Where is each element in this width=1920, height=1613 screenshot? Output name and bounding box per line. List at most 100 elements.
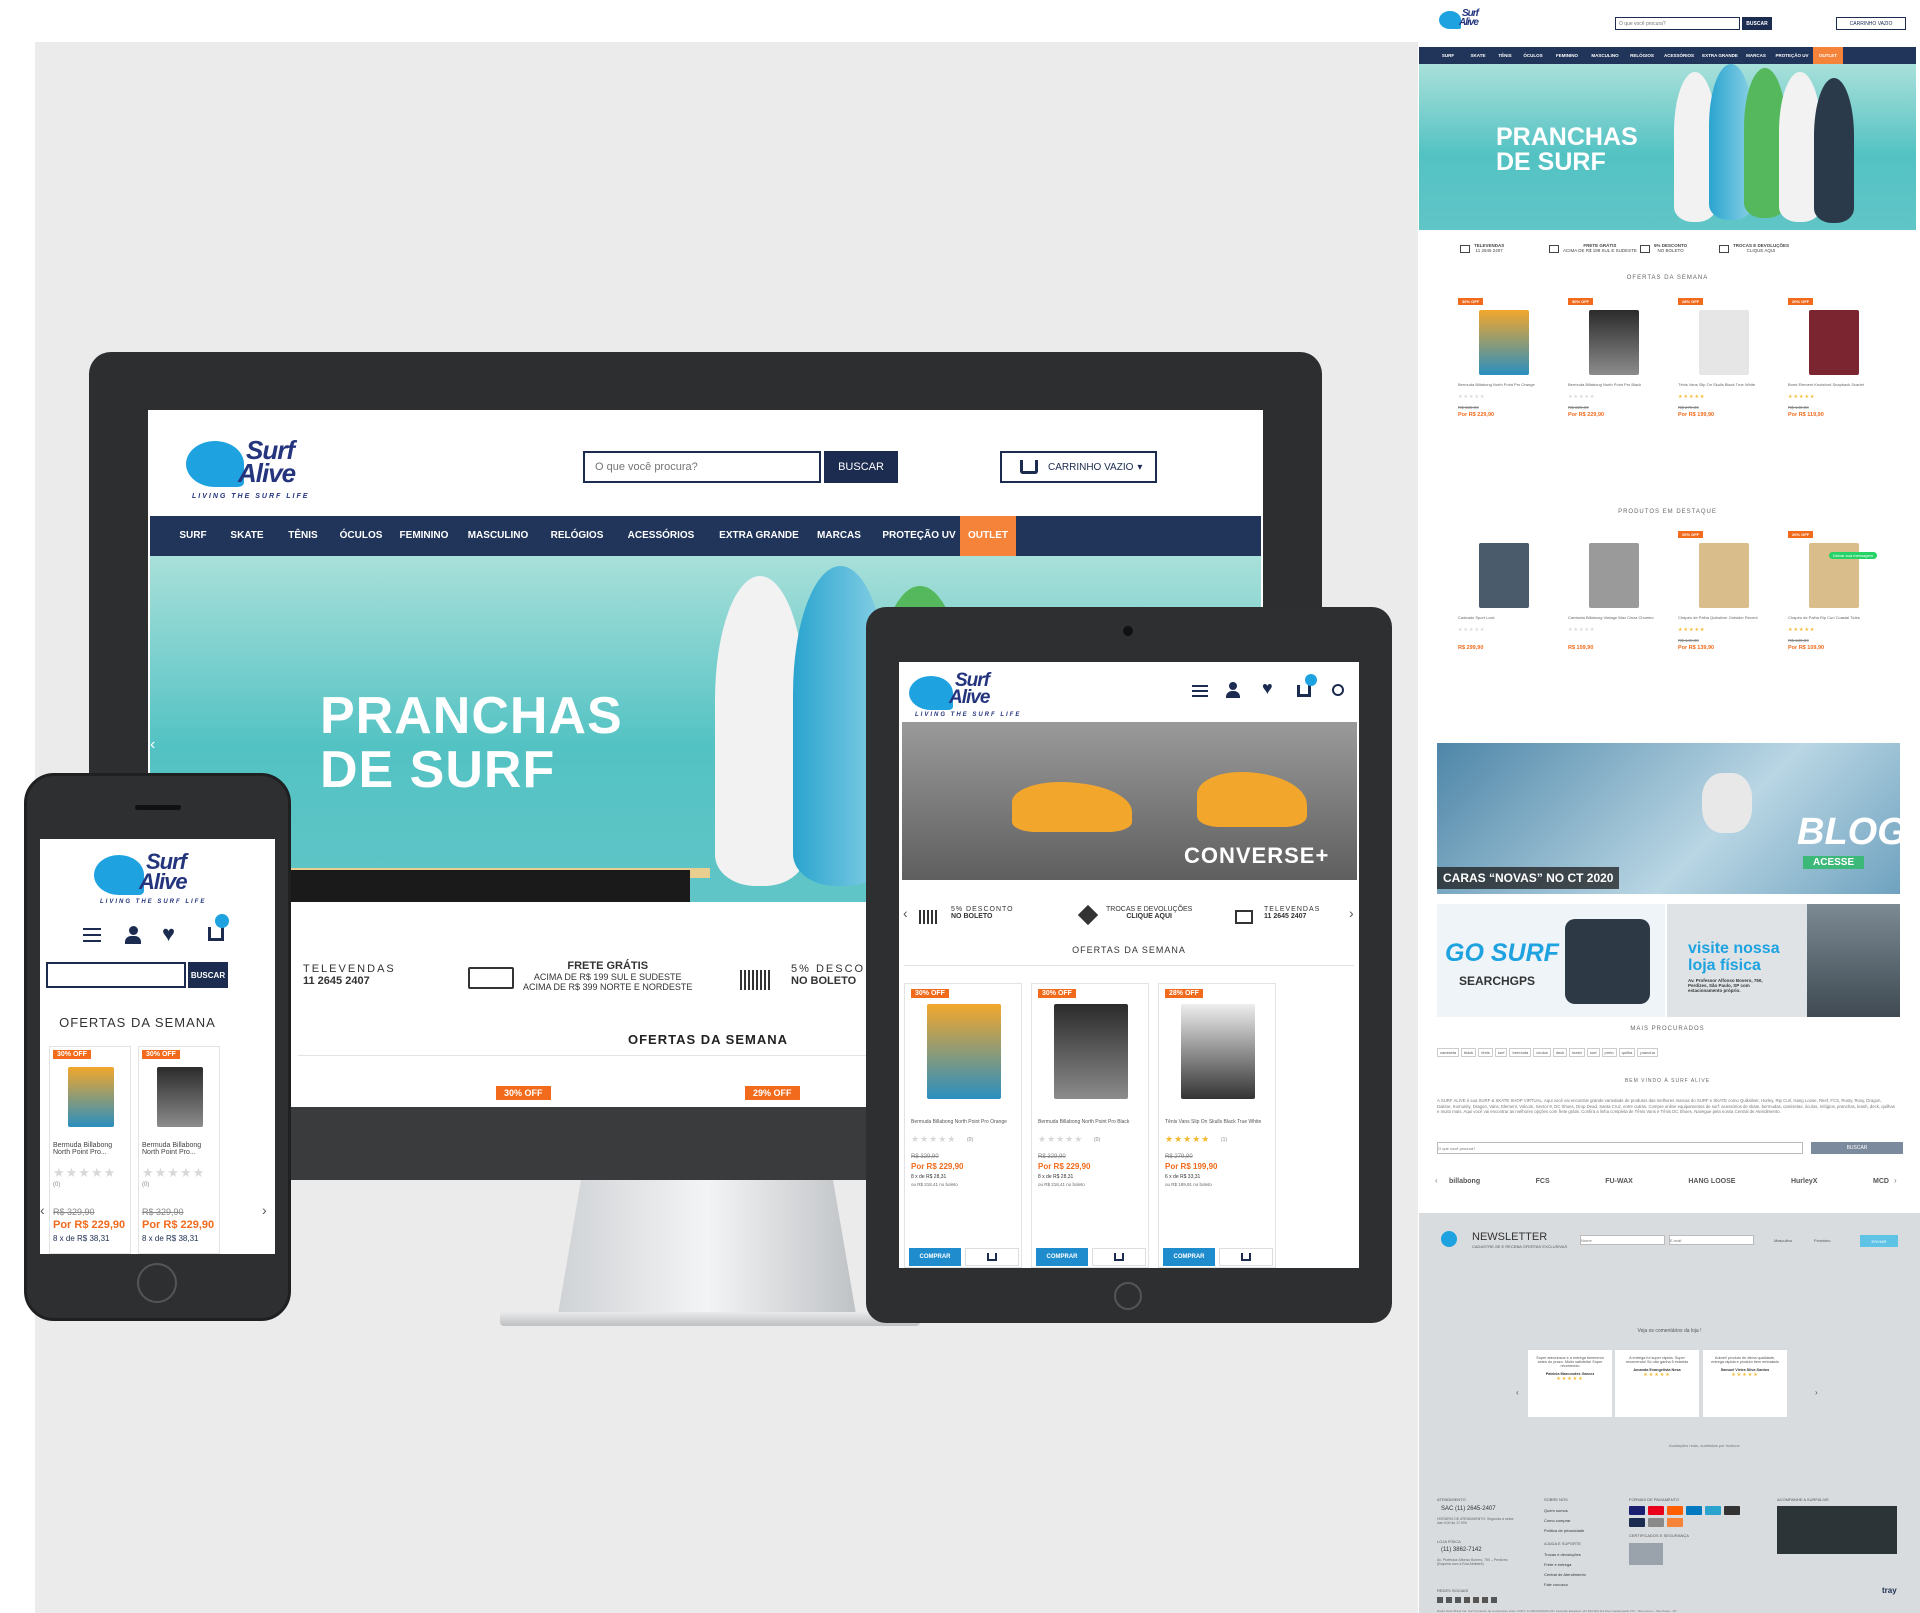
tablet-hero-banner[interactable]: CONVERSE+ (902, 722, 1357, 880)
product-card[interactable]: Cadeado Sport Lock ★★★★★ R$ 299,90 (1454, 525, 1554, 685)
desktop-cart-button[interactable]: CARRINHO VAZIO ▾ (1000, 451, 1157, 483)
footer-link[interactable]: Como comprar (1544, 1516, 1584, 1526)
user-icon[interactable] (125, 926, 141, 944)
nav-item-0[interactable]: SURF (166, 516, 220, 556)
nav-item-1[interactable]: SKATE (220, 516, 274, 556)
fullpage-search-button[interactable]: BUSCAR (1742, 17, 1772, 30)
fullpage-cart-button[interactable]: CARRINHO VAZIO (1836, 17, 1906, 30)
product-card[interactable]: 30% OFF Bermuda Billabong North Point Pro… (138, 1046, 220, 1254)
search-tag[interactable]: leash (1569, 1048, 1585, 1057)
phone-home-button[interactable] (137, 1263, 177, 1303)
newsletter-fem-radio[interactable]: Feminino (1814, 1238, 1830, 1243)
brand-logo[interactable]: HurleyX (1791, 1178, 1817, 1185)
nav-item-2[interactable]: TÊNIS (1493, 47, 1517, 64)
nav-item-3[interactable]: ÓCULOS (1517, 47, 1549, 64)
nav-item-3[interactable]: ÓCULOS (332, 516, 390, 556)
product-card[interactable]: 30% OFF Bermuda Billabong North Point Pro… (1454, 292, 1554, 452)
chevron-left-icon[interactable]: ‹ (40, 1202, 45, 1218)
product-card[interactable]: 30% OFF Bermuda Billabong North Point Pro… (1564, 292, 1664, 452)
nav-item-4[interactable]: FEMININO (390, 516, 458, 556)
footer-link[interactable]: Política de privacidade (1544, 1526, 1584, 1536)
search-tag[interactable]: camiseta (1437, 1048, 1460, 1057)
brand-logo[interactable]: MCD (1873, 1178, 1889, 1185)
search-tag[interactable]: deck (1552, 1048, 1568, 1057)
product-card[interactable]: 30% OFF Bermuda Billabong North Point Pro… (49, 1046, 131, 1254)
add-to-cart-button[interactable] (1219, 1248, 1273, 1266)
desktop-search-input[interactable] (583, 451, 821, 483)
nav-item-6[interactable]: RELÓGIOS (538, 516, 616, 556)
footer-link[interactable]: Trocas e devoluções (1544, 1550, 1586, 1560)
product-card[interactable]: 20% OFF Chapéu de Palha Quiksilver Outsid… (1674, 525, 1774, 685)
menu-icon[interactable] (83, 928, 101, 942)
cart-icon[interactable] (208, 927, 224, 941)
brand-logo[interactable]: billabong (1449, 1178, 1480, 1185)
nav-item-11[interactable]: OUTLET (1813, 47, 1843, 64)
chevron-left-icon[interactable]: ‹ (1435, 1176, 1438, 1185)
footer-link[interactable]: Fale conosco (1544, 1580, 1586, 1590)
search-tag[interactable]: óculos (1533, 1048, 1551, 1057)
tablet-home-button[interactable] (1114, 1282, 1142, 1310)
desktop-search-button[interactable]: BUSCAR (824, 451, 898, 483)
product-card[interactable]: 20% OFF Chapéu de Palha Rip Curl Coastal … (1784, 525, 1884, 685)
user-icon[interactable] (1226, 682, 1240, 698)
bottom-search-input[interactable] (1437, 1142, 1803, 1154)
nav-item-5[interactable]: MASCULINO (458, 516, 538, 556)
social-icons[interactable] (1437, 1597, 1497, 1603)
blog-banner[interactable]: BLOG ACESSE CARAS “NOVAS” NO CT 2020 (1437, 743, 1900, 894)
product-card[interactable]: 20% OFF Boné Element Knutsford Snapback S… (1784, 292, 1884, 452)
fullpage-hero-banner[interactable]: PRANCHAS DE SURF (1419, 64, 1916, 230)
search-tag[interactable]: surf (1586, 1048, 1600, 1057)
footer-link[interactable]: Quem somos (1544, 1506, 1584, 1516)
product-card[interactable]: 30% OFF Bermuda Billabong North Point Pro… (904, 983, 1022, 1268)
add-to-cart-button[interactable] (965, 1248, 1019, 1266)
nav-item-8[interactable]: EXTRA GRANDE (1699, 47, 1741, 64)
newsletter-name-input[interactable] (1580, 1235, 1665, 1245)
nav-item-4[interactable]: FEMININO (1549, 47, 1585, 64)
nav-item-8[interactable]: EXTRA GRANDE (718, 516, 800, 556)
buy-button[interactable]: COMPRAR (1036, 1248, 1088, 1266)
search-tag[interactable]: prancha (1637, 1048, 1658, 1057)
product-card[interactable]: 30% OFF Bermuda Billabong North Point Pro… (1031, 983, 1149, 1268)
nav-item-7[interactable]: ACESSÓRIOS (616, 516, 706, 556)
search-icon[interactable] (1332, 684, 1344, 696)
product-card[interactable]: Camiseta Billabong Vintage Wax Cinza Chu… (1564, 525, 1664, 685)
nav-item-7[interactable]: ACESSÓRIOS (1659, 47, 1699, 64)
phone-search-button[interactable]: BUSCAR (188, 962, 228, 988)
phone-search-input[interactable] (46, 962, 186, 988)
blog-button[interactable]: ACESSE (1803, 856, 1865, 869)
nav-item-0[interactable]: SURF (1433, 47, 1463, 64)
nav-item-10[interactable]: PROTEÇÃO UV (1771, 47, 1813, 64)
nav-item-2[interactable]: TÊNIS (274, 516, 332, 556)
nav-item-5[interactable]: MASCULINO (1585, 47, 1625, 64)
tablet-logo[interactable]: Surf Alive LIVING THE SURF LIFE (909, 670, 1019, 725)
chevron-right-icon[interactable]: › (262, 1202, 267, 1218)
nav-item-9[interactable]: MARCAS (800, 516, 878, 556)
nav-item-1[interactable]: SKATE (1463, 47, 1493, 64)
chevron-right-icon[interactable]: › (1815, 1388, 1818, 1397)
facebook-widget[interactable] (1777, 1506, 1897, 1554)
add-to-cart-button[interactable] (1092, 1248, 1146, 1266)
nav-item-11[interactable]: OUTLET (960, 516, 1016, 556)
brand-logo[interactable]: HANG LOOSE (1688, 1178, 1735, 1185)
nav-item-6[interactable]: RELÓGIOS (1625, 47, 1659, 64)
heart-icon[interactable]: ♥ (162, 921, 175, 947)
newsletter-email-input[interactable] (1669, 1235, 1754, 1245)
menu-icon[interactable] (1192, 685, 1208, 697)
buy-button[interactable]: COMPRAR (1163, 1248, 1215, 1266)
search-tag[interactable]: quilha (1618, 1048, 1636, 1057)
product-card[interactable]: 28% OFF Tênis Vans Slip On Skulls Black T… (1674, 292, 1774, 452)
cart-icon[interactable] (1297, 685, 1311, 697)
fullpage-search-input[interactable] (1615, 17, 1740, 30)
search-tag[interactable]: preto (1601, 1048, 1617, 1057)
bottom-search-button[interactable]: BUSCAR (1811, 1142, 1903, 1154)
search-tag[interactable]: black (1461, 1048, 1477, 1057)
brand-logo[interactable]: FCS (1536, 1178, 1550, 1185)
whatsapp-chat-button[interactable]: Deixar sua mensagem (1829, 552, 1878, 559)
footer-link[interactable]: Frete e entrega (1544, 1560, 1586, 1570)
brand-logo[interactable]: FU-WAX (1605, 1178, 1633, 1185)
store-banner[interactable]: visite nossa loja física Av. Professor A… (1667, 904, 1900, 1017)
chevron-left-icon[interactable]: ‹ (150, 736, 155, 754)
phone-logo[interactable]: Surf Alive LIVING THE SURF LIFE (94, 849, 224, 911)
desktop-logo[interactable]: Surf Alive LIVING THE SURF LIFE (186, 435, 326, 505)
gosurf-banner[interactable]: GO SURF SEARCHGPS (1437, 904, 1665, 1017)
